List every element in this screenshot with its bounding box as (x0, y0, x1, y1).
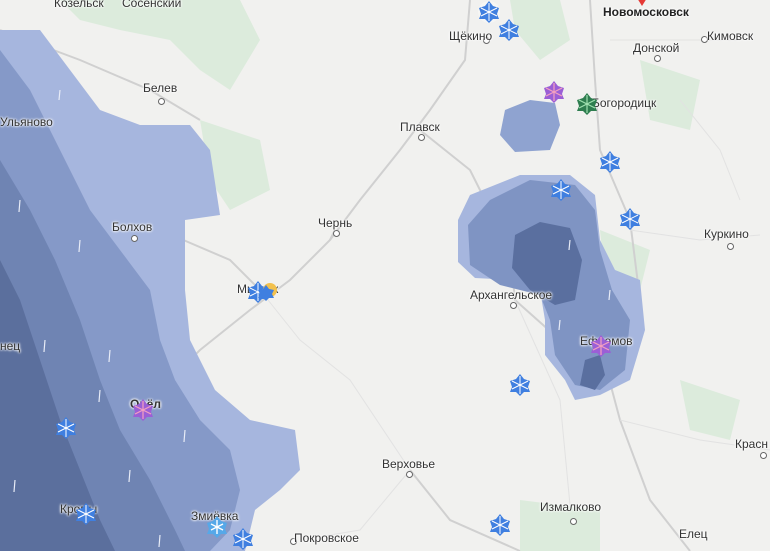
city-label[interactable]: Ульяново (0, 115, 53, 129)
city-dot (333, 230, 340, 237)
city-label[interactable]: Белев (143, 81, 177, 95)
city-dot (131, 235, 138, 242)
city-label[interactable]: Куркино (704, 227, 749, 241)
city-label[interactable]: Сосенский (122, 0, 181, 10)
city-dot (727, 243, 734, 250)
city-label[interactable]: Архангельское (470, 288, 552, 302)
rain-umbrella-icon[interactable] (618, 207, 642, 231)
rain-umbrella-icon[interactable] (54, 416, 78, 440)
city-label[interactable]: Плавск (400, 120, 440, 134)
city-label[interactable]: Верховье (382, 457, 435, 471)
rain-umbrella-icon[interactable] (497, 18, 521, 42)
city-label[interactable]: Богородицк (592, 96, 656, 110)
city-label[interactable]: Щёкино (449, 29, 492, 43)
city-label[interactable]: Покровское (294, 531, 359, 545)
rain-umbrella-icon[interactable] (598, 150, 622, 174)
city-dot (760, 452, 767, 459)
city-label[interactable]: нец (0, 339, 20, 353)
city-dot (510, 302, 517, 309)
weather-map[interactable]: Козельск Сосенский Щёкино Новомосковск Д… (0, 0, 770, 551)
city-label[interactable]: Красн (735, 437, 768, 451)
city-label[interactable]: Козельск (54, 0, 104, 10)
city-label[interactable]: Измалково (540, 500, 601, 514)
city-dot (570, 518, 577, 525)
rain-umbrella-icon[interactable] (549, 178, 573, 202)
thunderstorm-umbrella-icon[interactable] (542, 80, 566, 104)
city-label[interactable]: Болхов (112, 220, 152, 234)
city-dot (406, 471, 413, 478)
rain-umbrella-icon[interactable] (74, 502, 98, 526)
sun-rain-umbrella-icon[interactable] (256, 280, 280, 304)
thunderstorm-umbrella-icon[interactable] (131, 398, 155, 422)
city-label[interactable]: Донской (633, 41, 679, 55)
city-label[interactable]: Кимовск (707, 29, 753, 43)
thunderstorm-umbrella-icon[interactable] (589, 334, 613, 358)
rain-umbrella-icon[interactable] (508, 373, 532, 397)
city-label[interactable]: Елец (679, 527, 708, 541)
city-dot (418, 134, 425, 141)
hail-umbrella-icon[interactable] (575, 92, 599, 116)
city-label[interactable]: Новомосковск (603, 5, 689, 19)
city-dot (654, 55, 661, 62)
city-dot (158, 98, 165, 105)
city-label[interactable]: Чернь (318, 216, 352, 230)
rain-umbrella-icon[interactable] (231, 527, 255, 551)
snow-umbrella-icon[interactable] (205, 515, 229, 539)
rain-umbrella-icon[interactable] (488, 513, 512, 537)
